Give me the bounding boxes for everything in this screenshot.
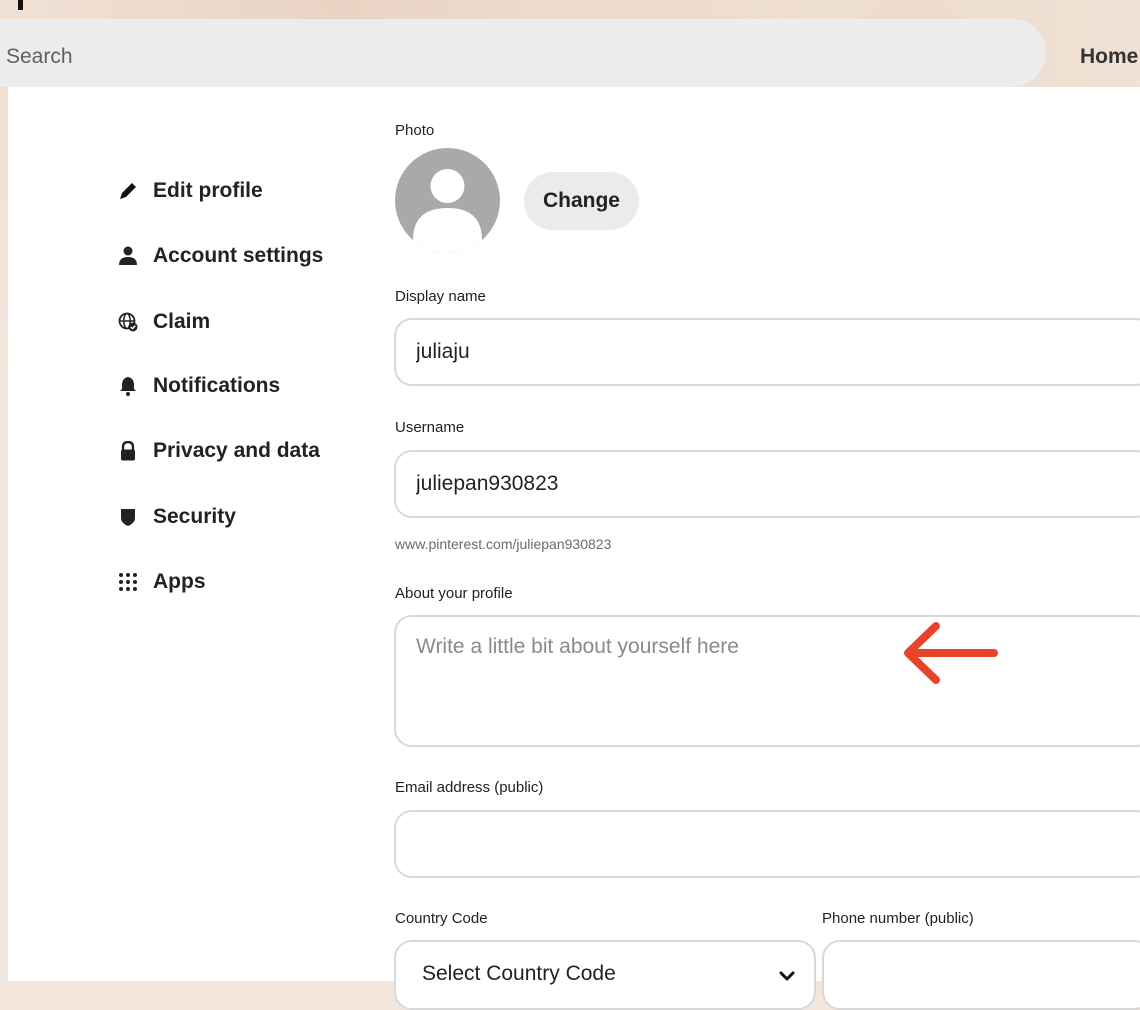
background-heading-fragment <box>18 0 23 10</box>
lock-icon <box>117 440 139 462</box>
sidebar-item-edit-profile[interactable]: Edit profile <box>117 176 263 206</box>
default-avatar-icon <box>413 169 482 253</box>
username-input[interactable] <box>394 450 1140 518</box>
chevron-down-icon <box>779 971 795 981</box>
sidebar-item-claim[interactable]: Claim <box>117 307 210 337</box>
annotation-arrow-icon <box>904 622 998 684</box>
sidebar-item-account-settings[interactable]: Account settings <box>117 241 323 271</box>
sidebar-item-privacy[interactable]: Privacy and data <box>117 436 320 466</box>
search-placeholder[interactable]: Search <box>6 45 73 69</box>
display-name-input[interactable] <box>394 318 1140 386</box>
sidebar-item-label: Claim <box>153 310 211 333</box>
sidebar-item-apps[interactable]: Apps <box>117 567 206 597</box>
country-code-value: Select Country Code <box>422 962 616 985</box>
sidebar-item-label: Privacy and data <box>153 439 320 462</box>
grid-dots-icon <box>117 571 139 593</box>
photo-label: Photo <box>395 122 435 139</box>
display-name-label: Display name <box>395 288 486 305</box>
bell-icon <box>117 375 139 397</box>
phone-number-input[interactable] <box>822 940 1140 1010</box>
sidebar-item-label: Apps <box>153 570 206 593</box>
search-bar[interactable] <box>0 19 1046 87</box>
sidebar-item-security[interactable]: Security <box>117 502 236 532</box>
country-code-label: Country Code <box>395 910 488 927</box>
username-label: Username <box>395 419 465 436</box>
sidebar-item-label: Notifications <box>153 374 281 397</box>
about-label: About your profile <box>395 585 513 602</box>
sidebar-item-label: Edit profile <box>153 179 263 202</box>
email-input[interactable] <box>394 810 1140 878</box>
country-code-select-inner: Select Country Code <box>396 942 814 1008</box>
home-link[interactable]: Home <box>1080 45 1138 69</box>
pencil-icon <box>117 180 139 202</box>
person-icon <box>117 245 139 267</box>
sidebar-item-notifications[interactable]: Notifications <box>117 371 280 401</box>
change-photo-button[interactable]: Change <box>524 172 639 230</box>
profile-url: www.pinterest.com/juliepan930823 <box>395 536 612 552</box>
avatar <box>395 148 500 253</box>
email-label: Email address (public) <box>395 779 544 796</box>
shield-icon <box>117 506 139 528</box>
sidebar-item-label: Account settings <box>153 244 324 267</box>
sidebar-item-label: Security <box>153 505 236 528</box>
globe-check-icon <box>117 311 139 333</box>
about-textarea[interactable] <box>394 615 1140 747</box>
phone-label: Phone number (public) <box>822 910 974 927</box>
country-code-select[interactable]: Select Country Code <box>394 940 816 1010</box>
